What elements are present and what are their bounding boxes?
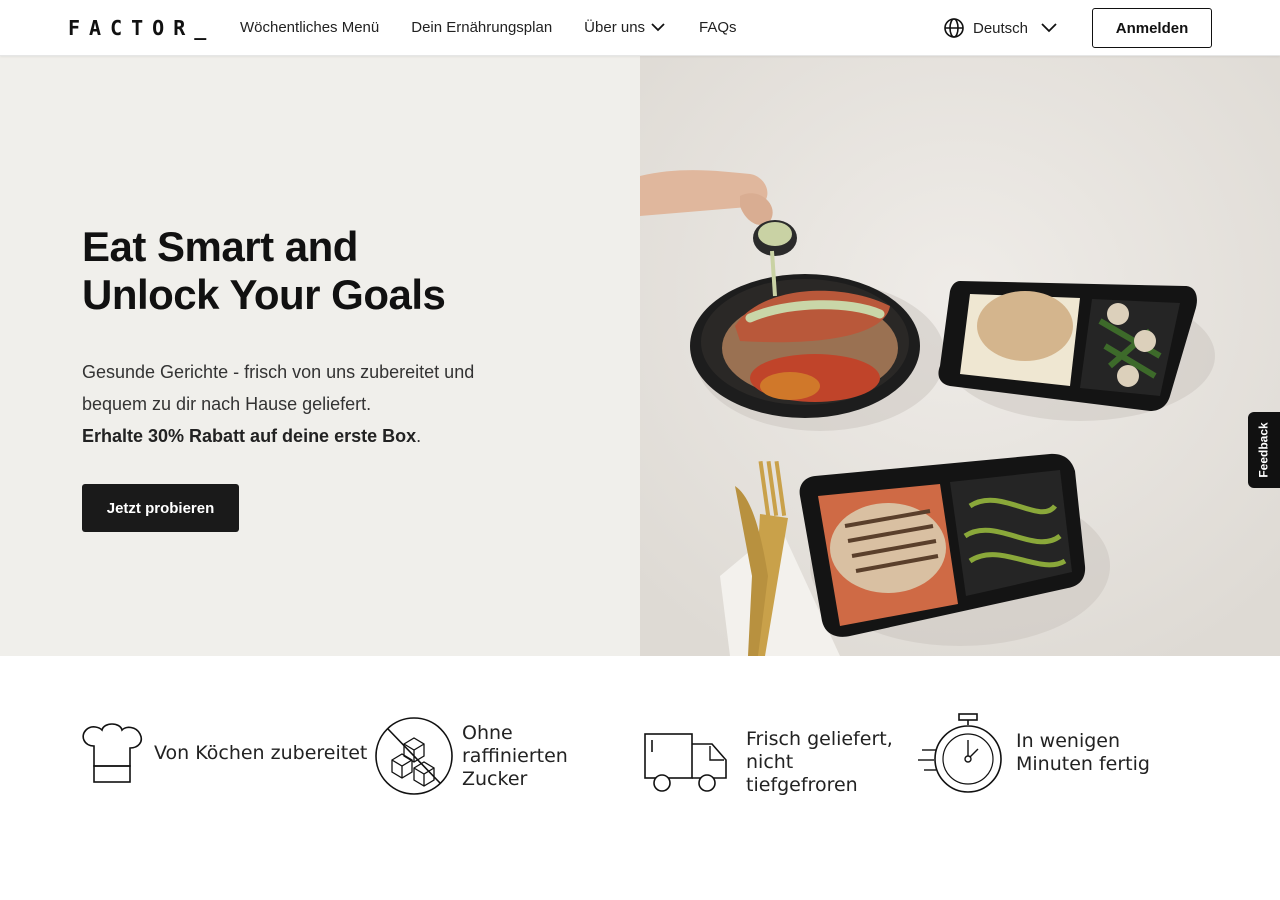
benefit-delivery: Frisch geliefert, nicht tiefgefroren <box>644 728 906 797</box>
food-illustration <box>640 56 1280 656</box>
feedback-label: Feedback <box>1257 422 1272 478</box>
no-sugar-icon <box>375 717 453 795</box>
site-header: FACTOR_ Wöchentliches Menü Dein Ernährun… <box>0 0 1280 56</box>
benefit-quick-label: In wenigen Minuten fertig <box>1016 730 1150 775</box>
nav-about-us-label: Über uns <box>584 18 646 36</box>
chevron-down-icon <box>651 23 665 32</box>
chevron-down-icon <box>1041 23 1057 33</box>
hero-text-panel: Eat Smart and Unlock Your Goals Gesunde … <box>0 56 640 656</box>
login-button[interactable]: Anmelden <box>1092 8 1212 48</box>
nav-weekly-menu[interactable]: Wöchentliches Menü <box>240 19 379 36</box>
hero-offer-suffix: . <box>416 426 422 446</box>
hero-offer: Erhalte 30% Rabatt auf deine erste Box <box>82 426 417 446</box>
language-label: Deutsch <box>973 19 1029 37</box>
try-now-button[interactable]: Jetzt probieren <box>82 484 239 532</box>
benefit-delivery-label: Frisch geliefert, nicht tiefgefroren <box>746 728 893 796</box>
benefit-no-sugar: Ohne raffinierten Zucker <box>374 716 622 796</box>
benefit-chef-label: Von Köchen zubereitet <box>154 741 368 764</box>
salmon-plate-image <box>690 274 920 418</box>
language-selector[interactable]: Deutsch <box>943 17 1060 39</box>
nav-nutrition-plan-label: Dein Ernährungsplan <box>411 18 553 36</box>
feedback-tab[interactable]: Feedback <box>1248 412 1280 488</box>
delivery-truck-icon <box>644 732 727 792</box>
main-nav: Wöchentliches Menü Dein Ernährungsplan Ü… <box>240 18 769 36</box>
nav-weekly-menu-label: Wöchentliches Menü <box>240 18 380 36</box>
nav-faqs[interactable]: FAQs <box>699 19 737 36</box>
benefit-no-sugar-label: Ohne raffinierten Zucker <box>462 721 568 790</box>
nav-about-us[interactable]: Über uns <box>584 18 667 36</box>
benefit-quick: In wenigen Minuten fertig <box>918 712 1196 794</box>
hero-subtitle: Gesunde Gerichte - frisch von uns zubere… <box>82 356 522 452</box>
stopwatch-icon <box>918 713 1002 793</box>
hero-title: Eat Smart and Unlock Your Goals <box>82 223 446 319</box>
globe-icon <box>944 18 964 38</box>
nav-faqs-label: FAQs <box>699 18 737 36</box>
hero-food-image <box>640 56 1280 656</box>
hero-title-line-2: Unlock Your Goals <box>82 271 446 318</box>
hero-description: Gesunde Gerichte - frisch von uns zubere… <box>82 362 475 414</box>
benefit-chef: Von Köchen zubereitet <box>80 720 367 786</box>
factor-logo[interactable]: FACTOR_ <box>68 16 215 40</box>
benefits-bar: Von Köchen zubereitet Ohne raffinierten … <box>0 656 1280 900</box>
nav-nutrition-plan[interactable]: Dein Ernährungsplan <box>411 19 552 36</box>
chef-hat-icon <box>82 723 143 783</box>
hero-title-line-1: Eat Smart and <box>82 223 358 270</box>
